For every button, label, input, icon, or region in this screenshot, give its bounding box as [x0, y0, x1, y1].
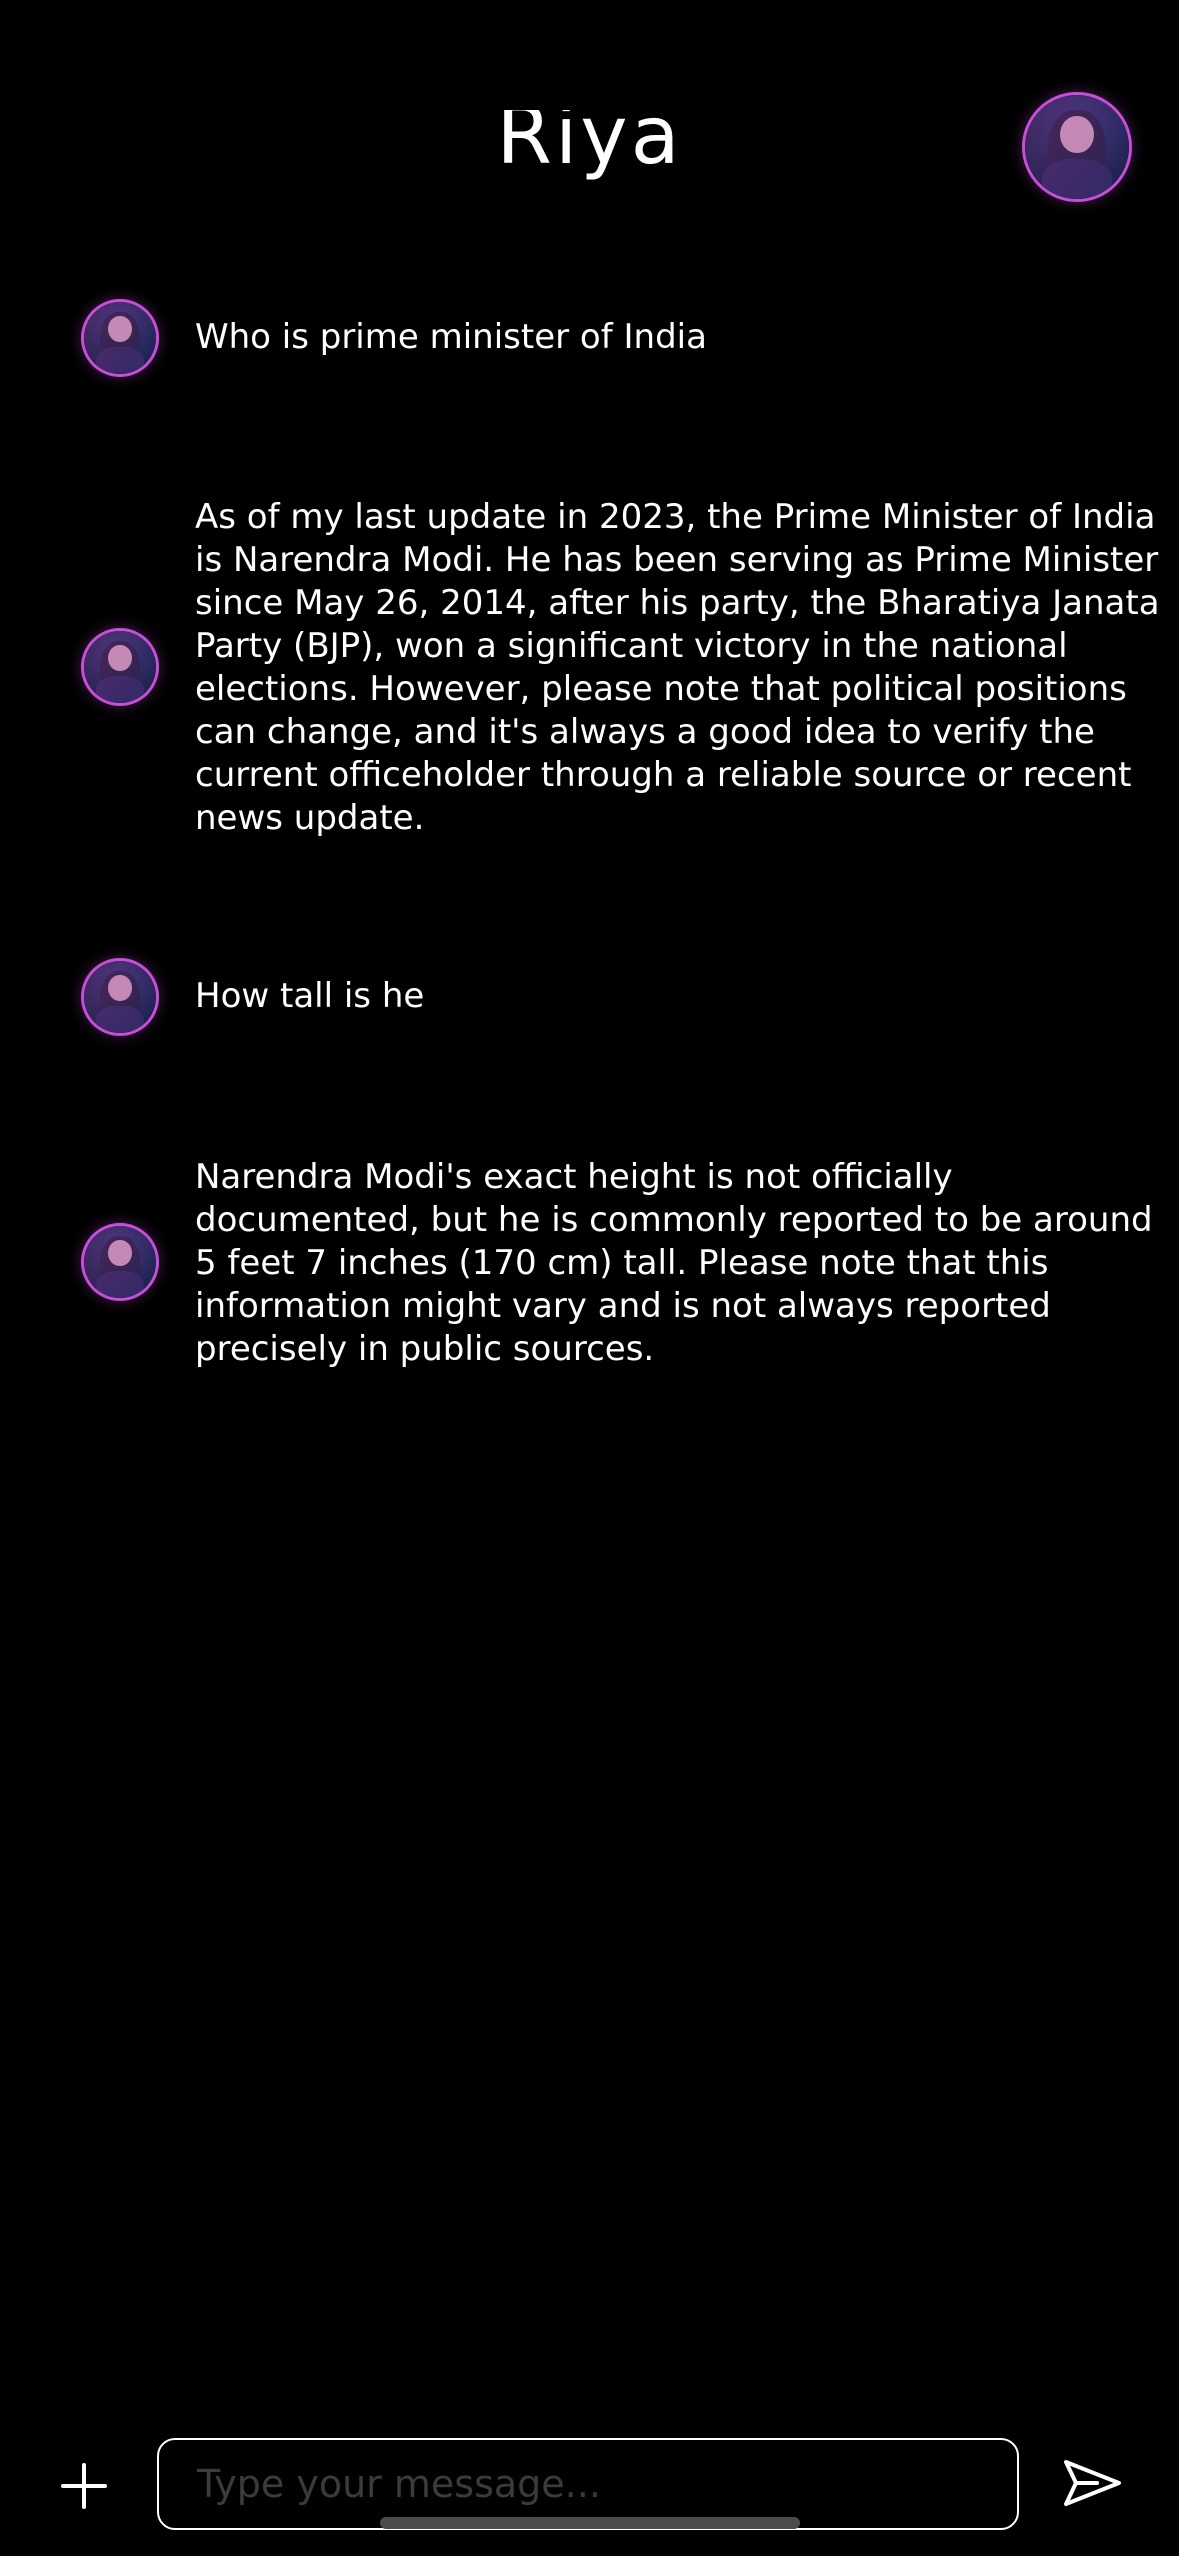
- profile-avatar[interactable]: [1025, 95, 1129, 199]
- plus-icon[interactable]: [58, 2460, 110, 2512]
- chat-header: Riya: [0, 0, 1179, 240]
- avatar: [84, 1226, 156, 1298]
- home-indicator: [380, 2517, 800, 2529]
- send-arrow-icon: [1064, 2460, 1121, 2506]
- avatar: [84, 302, 156, 374]
- message-text: How tall is he: [195, 976, 425, 1016]
- chat-title: Riya: [496, 89, 683, 182]
- message-text: Narendra Modi's exact height is not offi…: [195, 1157, 1153, 1369]
- avatar: [84, 961, 156, 1033]
- message-text: As of my last update in 2023, the Prime …: [195, 497, 1160, 838]
- send-button[interactable]: [1063, 2458, 1123, 2508]
- avatar: [84, 631, 156, 703]
- message-text: Who is prime minister of India: [195, 317, 707, 357]
